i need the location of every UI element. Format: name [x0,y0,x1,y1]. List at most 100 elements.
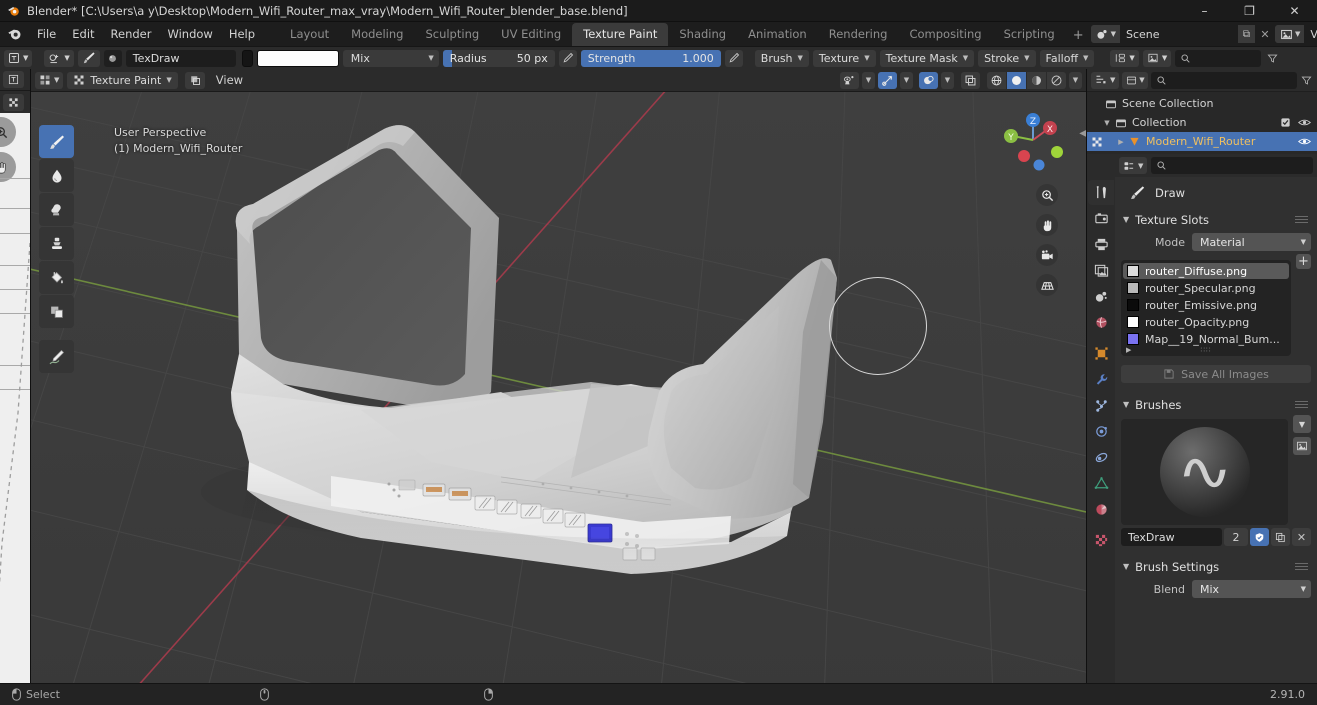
brushes-panel-header[interactable]: ▼ Brushes [1121,394,1311,415]
tab-layout[interactable]: Layout [279,23,340,46]
tab-compositing[interactable]: Compositing [898,23,992,46]
camera-view-icon[interactable] [1036,244,1058,266]
new-scene-button[interactable]: ⧉ [1238,25,1255,43]
shading-material-preview-button[interactable] [1027,71,1047,89]
shading-solid-button[interactable] [1007,71,1027,89]
properties-tab-object-data[interactable] [1088,471,1114,496]
texture-slots-list-footer[interactable]: ▶ ∷∷ [1121,343,1291,356]
properties-tab-scene[interactable] [1088,284,1114,309]
radius-slider[interactable]: Radius 50 px [442,49,555,67]
brush-preview-image-button[interactable] [1293,437,1311,455]
sidebar-collapse-arrow[interactable]: ◀ [1079,128,1086,139]
properties-tab-view-layer[interactable] [1088,258,1114,283]
navigation-gizmo[interactable]: Z X Y [995,100,1071,176]
brush-name-field[interactable]: TexDraw [1121,528,1222,546]
unlink-brush-button[interactable]: ✕ [1292,528,1311,546]
outliner-row-modern-wifi-router[interactable]: ▶ Modern_Wifi_Router [1087,132,1317,151]
expand-triangle-icon[interactable]: ▶ [1115,138,1127,146]
properties-tab-material[interactable] [1088,497,1114,522]
secondary-color-swatch[interactable] [241,49,253,67]
save-all-images-button[interactable]: Save All Images [1121,365,1311,383]
brush-menu[interactable]: Brush ▼ [754,49,809,67]
draw-tool-button[interactable] [39,125,74,158]
viewport-editor-type-button[interactable]: ▼ [35,71,64,89]
editor-type-selector[interactable]: ▼ [4,49,33,67]
shading-wireframe-button[interactable] [987,71,1007,89]
texture-slot-item[interactable]: router_Diffuse.png [1123,263,1289,279]
3d-viewport[interactable]: ▼ Texture Paint ▼ View ▼ ▼ ▼ ▼ User Pers… [31,69,1086,683]
view-layer-selector[interactable]: ▼ View Layer ⧉ [1275,25,1317,43]
expand-triangle-icon[interactable]: ▼ [1101,119,1113,127]
blend-mode-dropdown[interactable]: Mix ▼ [342,49,439,67]
menu-window[interactable]: Window [159,25,220,43]
fill-tool-button[interactable] [39,261,74,294]
falloff-menu[interactable]: Falloff ▼ [1039,49,1095,67]
strength-slider[interactable]: Strength 1.000 [580,49,721,67]
filter-icon[interactable] [1265,53,1279,64]
tab-modeling[interactable]: Modeling [340,23,414,46]
pan-hand-icon[interactable] [1036,214,1058,236]
panel-expand-triangle-icon[interactable]: ▼ [1123,400,1129,409]
properties-tab-tool[interactable] [1088,180,1114,205]
panel-expand-triangle-icon[interactable]: ▼ [1123,562,1129,571]
brush-preset-selector[interactable]: ▼ [44,49,74,67]
overlays-toggle-button[interactable] [919,71,938,89]
tab-rendering[interactable]: Rendering [818,23,899,46]
blend-dropdown[interactable]: Mix ▼ [1192,580,1311,598]
texture-slots-list[interactable]: router_Diffuse.png router_Specular.png r… [1121,260,1291,356]
overlays-dropdown[interactable]: ▼ [941,71,954,89]
texture-mask-menu[interactable]: Texture Mask ▼ [879,49,975,67]
image-paint-mode-button[interactable] [3,93,24,111]
shading-rendered-button[interactable] [1047,71,1066,89]
radius-pressure-toggle[interactable] [558,49,577,67]
xray-toggle-button[interactable] [961,71,980,89]
outliner-row-scene-collection[interactable]: Scene Collection [1087,94,1317,113]
texture-slots-panel-header[interactable]: ▼ Texture Slots [1121,209,1311,230]
mask-tool-button[interactable] [39,295,74,328]
scene-selector[interactable]: ▼ Scene ⧉ [1090,25,1255,43]
texture-slot-item[interactable]: router_Specular.png [1123,280,1289,296]
remove-scene-button[interactable]: ✕ [1257,25,1273,43]
tab-animation[interactable]: Animation [737,23,818,46]
properties-search-input[interactable] [1151,157,1313,174]
display-filter-selector[interactable]: ▼ [1110,49,1139,67]
fake-user-toggle[interactable] [1250,528,1269,546]
properties-tab-world[interactable] [1088,310,1114,335]
image-display-selector[interactable]: ▼ [1142,49,1172,67]
soften-tool-button[interactable] [39,159,74,192]
outliner-search-input[interactable] [1151,71,1297,89]
eye-icon[interactable] [1298,117,1311,128]
active-brush-icon[interactable] [77,49,100,67]
brush-settings-panel-header[interactable]: ▼ Brush Settings [1121,556,1311,577]
gizmo-toggle-button[interactable] [878,71,897,89]
eye-icon[interactable] [1298,136,1311,147]
toggle-perspective-ortho-icon[interactable] [1036,274,1058,296]
menu-render[interactable]: Render [103,25,160,43]
scene-name-field[interactable]: Scene [1120,25,1238,43]
image-editor-type-button[interactable] [3,71,24,88]
texture-slot-item[interactable]: router_Opacity.png [1123,314,1289,330]
router-3d-model[interactable] [31,92,1086,683]
properties-tab-texture[interactable] [1088,528,1114,553]
outliner-row-collection[interactable]: ▼ Collection [1087,113,1317,132]
properties-tab-modifiers[interactable] [1088,367,1114,392]
view-layer-browse-icon[interactable]: ▼ [1275,25,1305,43]
texture-slots-mode-dropdown[interactable]: Material ▼ [1192,233,1311,251]
tab-shading[interactable]: Shading [668,23,737,46]
stroke-menu[interactable]: Stroke ▼ [978,49,1036,67]
close-button[interactable]: ✕ [1272,0,1317,22]
mask-toggle-button[interactable] [184,71,205,89]
tool-search-input[interactable] [1175,49,1262,67]
panel-expand-triangle-icon[interactable]: ▼ [1123,215,1129,224]
tab-uv-editing[interactable]: UV Editing [490,23,572,46]
strength-pressure-toggle[interactable] [724,49,743,67]
tab-scripting[interactable]: Scripting [993,23,1066,46]
viewport-view-menu[interactable]: View [209,72,250,89]
tab-sculpting[interactable]: Sculpting [414,23,490,46]
menu-edit[interactable]: Edit [64,25,102,43]
outliner-filter-icon[interactable] [1300,75,1313,86]
scene-browse-icon[interactable]: ▼ [1090,25,1120,43]
image-editor-canvas[interactable] [0,113,30,683]
properties-tab-output[interactable] [1088,232,1114,257]
brush-data-icon[interactable] [103,49,122,67]
